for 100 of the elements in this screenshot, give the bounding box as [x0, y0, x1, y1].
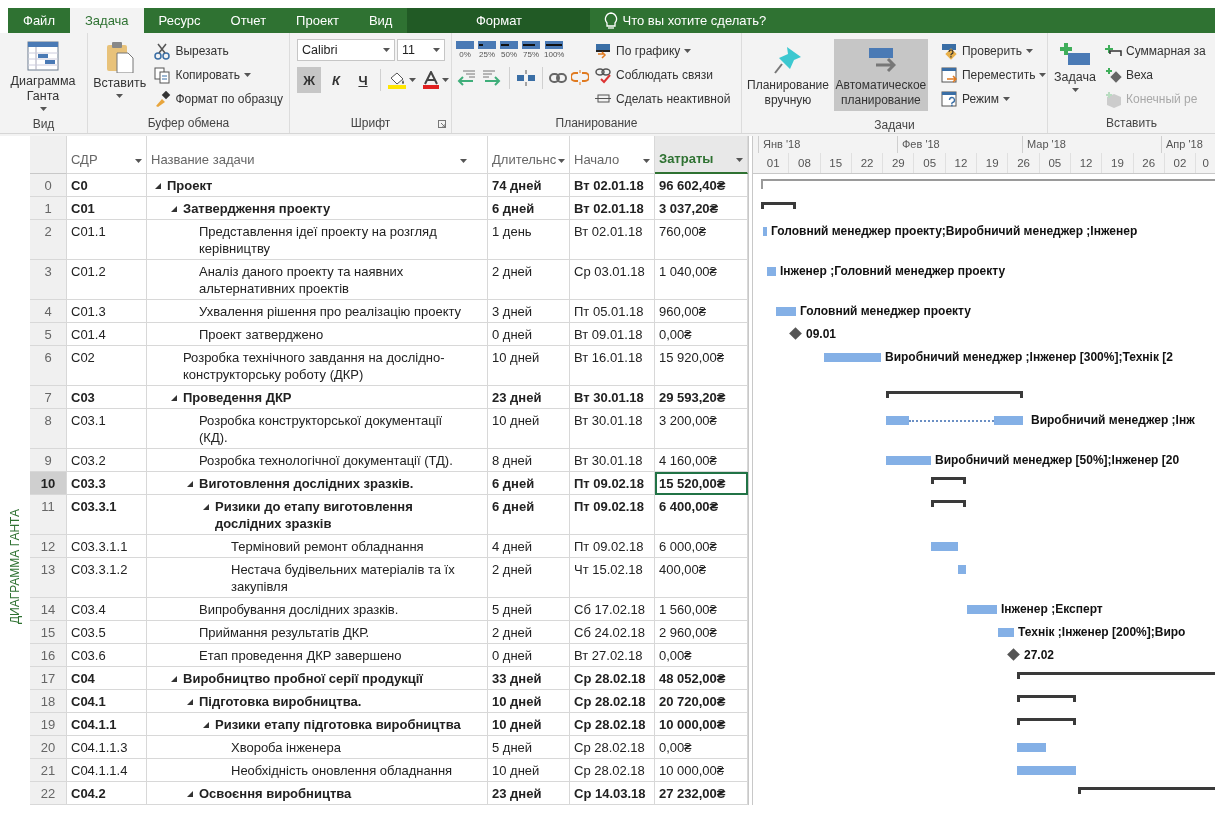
- row-number[interactable]: 17: [30, 667, 67, 690]
- manual-schedule-button[interactable]: Планирование вручную: [745, 39, 831, 111]
- format-painter-button[interactable]: Формат по образцу: [151, 87, 286, 111]
- summary-bar[interactable]: [1017, 672, 1215, 679]
- split-task-icon[interactable]: [516, 69, 536, 87]
- unlink-icon[interactable]: [571, 70, 589, 86]
- outline-toggle[interactable]: [187, 790, 193, 797]
- row-number[interactable]: 6: [30, 346, 67, 386]
- percent-complete-button[interactable]: 50%: [499, 41, 519, 59]
- outline-toggle[interactable]: [171, 205, 177, 212]
- milestone-button[interactable]: Веха: [1102, 63, 1209, 87]
- row-number[interactable]: 14: [30, 598, 67, 621]
- row-number[interactable]: 19: [30, 713, 67, 736]
- italic-button[interactable]: К: [324, 67, 348, 93]
- row-number[interactable]: 0: [30, 174, 67, 197]
- move-button[interactable]: Переместить: [937, 63, 1047, 87]
- dialog-launcher-icon[interactable]: [438, 120, 446, 128]
- cut-button[interactable]: Вырезать: [151, 39, 286, 63]
- row-number[interactable]: 2: [30, 220, 67, 260]
- outline-toggle[interactable]: [187, 480, 193, 487]
- link-icon[interactable]: [549, 72, 567, 84]
- summary-bar[interactable]: [761, 202, 796, 209]
- row-number[interactable]: 4: [30, 300, 67, 323]
- row-number[interactable]: 9: [30, 449, 67, 472]
- auto-schedule-button[interactable]: Автоматическое планирование: [833, 39, 928, 111]
- task-bar[interactable]: [886, 456, 931, 465]
- ribbon-tab[interactable]: Вид: [353, 8, 408, 33]
- row-number[interactable]: 10: [30, 472, 67, 495]
- summary-bar[interactable]: [1078, 787, 1215, 794]
- row-number[interactable]: 7: [30, 386, 67, 409]
- task-bar[interactable]: [967, 605, 997, 614]
- project-summary-bar[interactable]: [761, 179, 1215, 189]
- percent-complete-button[interactable]: 100%: [543, 41, 566, 59]
- task-bar[interactable]: [958, 565, 966, 574]
- inactivate-button[interactable]: Сделать неактивной: [592, 87, 734, 111]
- task-bar[interactable]: [824, 353, 881, 362]
- row-number[interactable]: 18: [30, 690, 67, 713]
- column-header[interactable]: Длительнс: [488, 136, 570, 174]
- format-context-tab[interactable]: Формат: [407, 8, 591, 33]
- outdent-icon[interactable]: [455, 69, 477, 87]
- task-bar[interactable]: [886, 416, 909, 425]
- underline-button[interactable]: Ч: [351, 67, 375, 93]
- row-number[interactable]: 16: [30, 644, 67, 667]
- on-schedule-button[interactable]: По графику: [592, 39, 734, 63]
- row-number[interactable]: 11: [30, 495, 67, 535]
- outline-toggle[interactable]: [171, 394, 177, 401]
- font-name-field[interactable]: Calibri: [297, 39, 395, 61]
- task-bar[interactable]: [776, 307, 796, 316]
- select-all-corner[interactable]: [30, 136, 67, 174]
- task-bar[interactable]: [1017, 743, 1046, 752]
- column-header[interactable]: Начало: [570, 136, 655, 174]
- ribbon-tab[interactable]: Ресурс: [143, 8, 216, 33]
- row-number[interactable]: 1: [30, 197, 67, 220]
- bold-button[interactable]: Ж: [297, 67, 321, 93]
- indent-icon[interactable]: [481, 69, 503, 87]
- outline-toggle[interactable]: [187, 698, 193, 705]
- row-number[interactable]: 22: [30, 782, 67, 805]
- summary-bar[interactable]: [886, 391, 1023, 398]
- percent-complete-button[interactable]: 75%: [521, 41, 541, 59]
- percent-complete-button[interactable]: 25%: [477, 41, 497, 59]
- row-number[interactable]: 20: [30, 736, 67, 759]
- paste-button[interactable]: Вставить: [91, 39, 149, 101]
- ribbon-tab[interactable]: Файл: [8, 8, 70, 33]
- outline-toggle[interactable]: [171, 675, 177, 682]
- task-bar[interactable]: [767, 267, 776, 276]
- insert-task-button[interactable]: Задача: [1051, 39, 1099, 95]
- row-number[interactable]: 8: [30, 409, 67, 449]
- task-bar[interactable]: [998, 628, 1014, 637]
- task-bar[interactable]: [1017, 766, 1076, 775]
- pane-splitter[interactable]: [748, 136, 753, 174]
- row-number[interactable]: 3: [30, 260, 67, 300]
- column-header[interactable]: Название задачи: [147, 136, 488, 174]
- outline-toggle[interactable]: [203, 721, 209, 728]
- outline-toggle[interactable]: [203, 503, 209, 510]
- tell-me-search-field[interactable]: Что вы хотите сделать?: [622, 13, 823, 28]
- ribbon-tab[interactable]: Отчет: [215, 8, 282, 33]
- inspect-button[interactable]: Проверить: [937, 39, 1047, 63]
- font-size-field[interactable]: 11: [397, 39, 445, 61]
- column-header[interactable]: СДР: [67, 136, 147, 174]
- summary-bar[interactable]: [1017, 695, 1076, 702]
- ribbon-tab[interactable]: Проект: [281, 8, 354, 33]
- row-number[interactable]: 15: [30, 621, 67, 644]
- gantt-chart-button[interactable]: Диаграмма Ганта: [3, 39, 83, 114]
- row-number[interactable]: 21: [30, 759, 67, 782]
- mode-button[interactable]: Режим: [937, 87, 1047, 111]
- task-bar[interactable]: [931, 542, 958, 551]
- task-bar[interactable]: [763, 227, 767, 236]
- font-color-button[interactable]: [421, 69, 451, 91]
- summary-bar[interactable]: [1017, 718, 1076, 725]
- respect-links-button[interactable]: Соблюдать связи: [592, 63, 734, 87]
- column-header[interactable]: Затраты: [655, 136, 748, 174]
- outline-toggle[interactable]: [155, 182, 161, 189]
- percent-complete-button[interactable]: 0%: [455, 41, 475, 59]
- summary-bar[interactable]: [931, 477, 966, 484]
- task-bar[interactable]: [994, 416, 1023, 425]
- row-number[interactable]: 5: [30, 323, 67, 346]
- copy-button[interactable]: Копировать: [151, 63, 286, 87]
- ribbon-tab[interactable]: Задача: [69, 8, 144, 33]
- summary-bar[interactable]: [931, 500, 966, 507]
- row-number[interactable]: 12: [30, 535, 67, 558]
